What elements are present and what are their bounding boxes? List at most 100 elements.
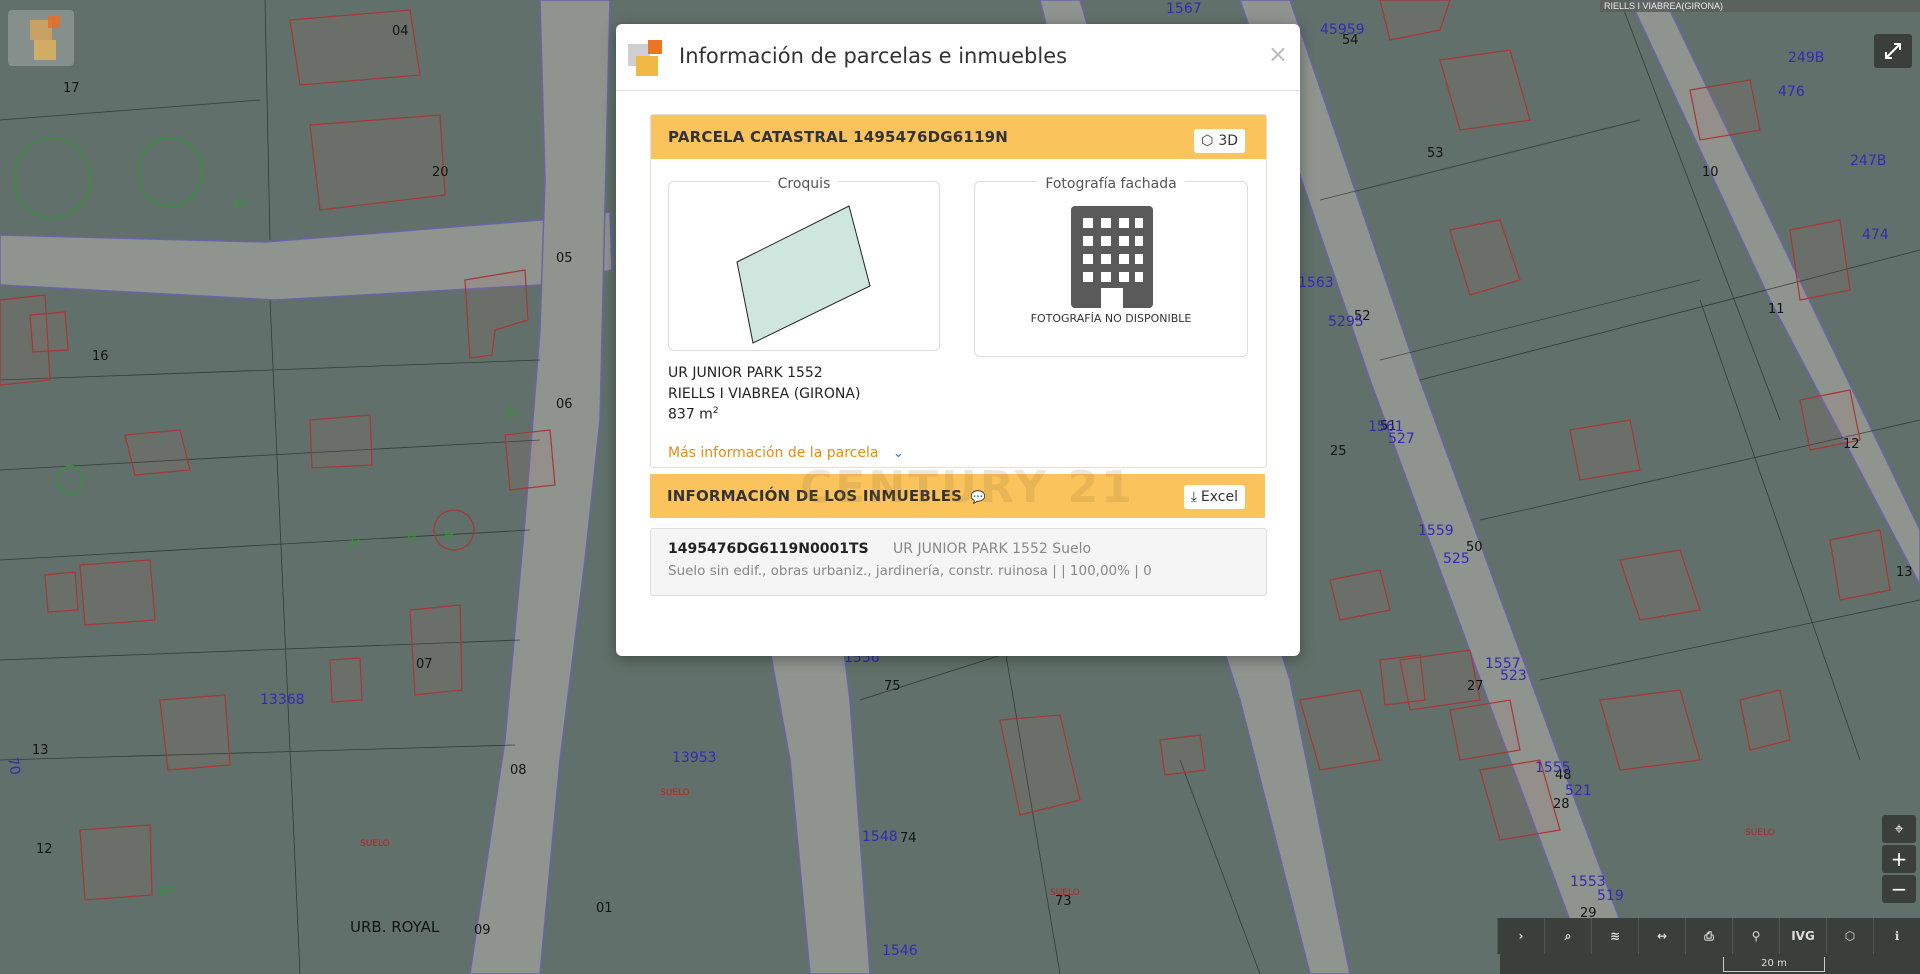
svg-text:16: 16 [92,349,109,364]
download-icon: ⤓ [1190,489,1197,505]
svg-text:1559: 1559 [1418,523,1454,539]
svg-text:28: 28 [1553,797,1570,812]
svg-text:249B: 249B [1788,50,1824,66]
comment-icon: 💬 [970,490,986,504]
cadastre-app-icon [628,40,662,76]
cubes-icon: ⬡ [1844,929,1856,943]
fullscreen-button[interactable] [1874,34,1912,68]
dialog-header: Información de parcelas e inmuebles × [616,24,1300,91]
svg-text:525: 525 [1443,551,1470,567]
svg-text:53: 53 [1427,146,1444,161]
properties-panel-header: INFORMACIÓN DE LOS INMUEBLES 💬 CENTURY 2… [650,462,1265,518]
svg-text:Er: Er [234,197,249,212]
pin-icon: ⚲ [1751,929,1761,943]
svg-text:20: 20 [432,165,449,180]
layers-icon: ≋ [1609,929,1621,943]
svg-text:URB. ROYAL: URB. ROYAL [350,918,440,936]
minus-icon: − [1890,877,1908,901]
printer-icon: ⎙ [1704,928,1714,943]
svg-text:1548: 1548 [862,829,898,845]
photo-legend: Fotografía fachada [1037,176,1185,192]
svg-text:13: 13 [32,743,49,758]
print-button[interactable]: ⎙ [1685,918,1732,954]
svg-text:523: 523 [1500,668,1527,684]
measure-button[interactable]: ↔ [1638,918,1685,954]
map-toolbar: › ⌕ ≋ ↔ ⎙ ⚲ IVG ⬡ ℹ [1497,918,1920,954]
parcel-panel-header: PARCELA CATASTRAL 1495476DG6119N ⬡ 3D [651,115,1266,159]
parcel-panel: PARCELA CATASTRAL 1495476DG6119N ⬡ 3D Cr… [650,114,1267,468]
svg-text:474: 474 [1862,227,1889,243]
properties-panel: INFORMACIÓN DE LOS INMUEBLES 💬 CENTURY 2… [650,462,1265,518]
building-icon [1071,206,1153,308]
photo-unavailable-label: FOTOGRAFÍA NO DISPONIBLE [1030,312,1192,325]
svg-text:SUELO: SUELO [660,788,690,798]
svg-text:09: 09 [474,923,491,938]
svg-text:SUELO: SUELO [360,839,390,849]
svg-text:247B: 247B [1850,153,1886,169]
svg-text:1563: 1563 [1298,275,1334,291]
layers-button[interactable]: ≋ [1591,918,1638,954]
svg-text:74: 74 [900,831,917,846]
svg-text:H: H [444,529,454,544]
svg-text:527: 527 [1388,431,1415,447]
region-label: RIELLS I VIABREA(GIRONA) [1600,0,1920,12]
expand-icon [1885,43,1901,59]
svg-text:476: 476 [1778,84,1805,100]
svg-text:SUELO: SUELO [1050,888,1080,898]
svg-text:H: H [407,530,417,545]
crosshair-icon: ⌖ [1894,819,1904,838]
cubes-icon: ⬡ [1201,133,1214,149]
svg-text:521: 521 [1565,783,1592,799]
svg-text:1567: 1567 [1166,1,1202,17]
scale-label: 20 m [1723,957,1825,972]
zoom-in-button[interactable]: + [1882,845,1916,873]
svg-text:12: 12 [1843,437,1860,452]
svg-text:11: 11 [1768,302,1785,317]
parcel-address-line1: UR JUNIOR PARK 1552 [668,365,823,381]
coordinates-button[interactable]: ⚲ [1732,918,1779,954]
facade-photo-frame: Fotografía fachada FOTOGRAFÍA NO DISPONI… [974,176,1248,357]
property-address: UR JUNIOR PARK 1552 Suelo [893,541,1092,557]
parcel-sketch [736,205,871,344]
info-button[interactable]: ℹ [1873,918,1920,954]
plus-icon: + [1890,847,1908,871]
property-reference: 1495476DG6119N0001TS [668,541,869,557]
parcel-heading: PARCELA CATASTRAL 1495476DG6119N [668,128,1009,146]
view-3d-button[interactable]: ⬡ 3D [1194,129,1245,153]
parcel-address-line2: RIELLS I VIABREA (GIRONA) [668,386,861,402]
cadastre-logo[interactable] [8,10,74,66]
svg-text:70: 70 [4,756,23,776]
more-parcel-info-link[interactable]: Más información de la parcela ⌄ [668,445,904,461]
svg-text:13953: 13953 [672,750,717,766]
chevron-right-icon: › [1518,929,1524,943]
locate-button[interactable]: ⌖ [1882,815,1916,843]
info-icon: ℹ [1894,929,1900,943]
svg-text:H: H [350,537,360,552]
dialog-title: Información de parcelas e inmuebles [679,44,1068,68]
svg-text:10: 10 [1702,165,1719,180]
close-button[interactable]: × [1268,40,1288,68]
search-button[interactable]: ⌕ [1544,918,1591,954]
svg-text:05: 05 [556,251,573,266]
parcel-area: 837 m2 [668,406,719,423]
svg-text:45959: 45959 [1320,22,1365,38]
property-detail: Suelo sin edif., obras urbaniz., jardine… [668,563,1152,579]
ivg-button[interactable]: IVG [1779,918,1826,954]
sketch-frame: Croquis [668,176,940,351]
svg-text:04: 04 [392,24,409,39]
properties-heading: INFORMACIÓN DE LOS INMUEBLES 💬 [667,487,986,505]
zoom-out-button[interactable]: − [1882,875,1916,903]
svg-text:1546: 1546 [882,943,918,959]
3d-view-button[interactable]: ⬡ [1826,918,1873,954]
search-icon: ⌕ [1564,928,1572,943]
svg-text:13: 13 [1896,565,1913,580]
toolbar-toggle-button[interactable]: › [1497,918,1544,954]
scale-bar: 20 m [1500,954,1920,974]
excel-export-button[interactable]: ⤓ Excel [1183,485,1245,509]
svg-text:27: 27 [1467,679,1484,694]
svg-text:08: 08 [510,763,527,778]
property-row[interactable]: 1495476DG6119N0001TS UR JUNIOR PARK 1552… [650,528,1267,596]
svg-text:01: 01 [596,901,613,916]
svg-text:07: 07 [416,657,433,672]
ruler-icon: ↔ [1656,929,1668,943]
